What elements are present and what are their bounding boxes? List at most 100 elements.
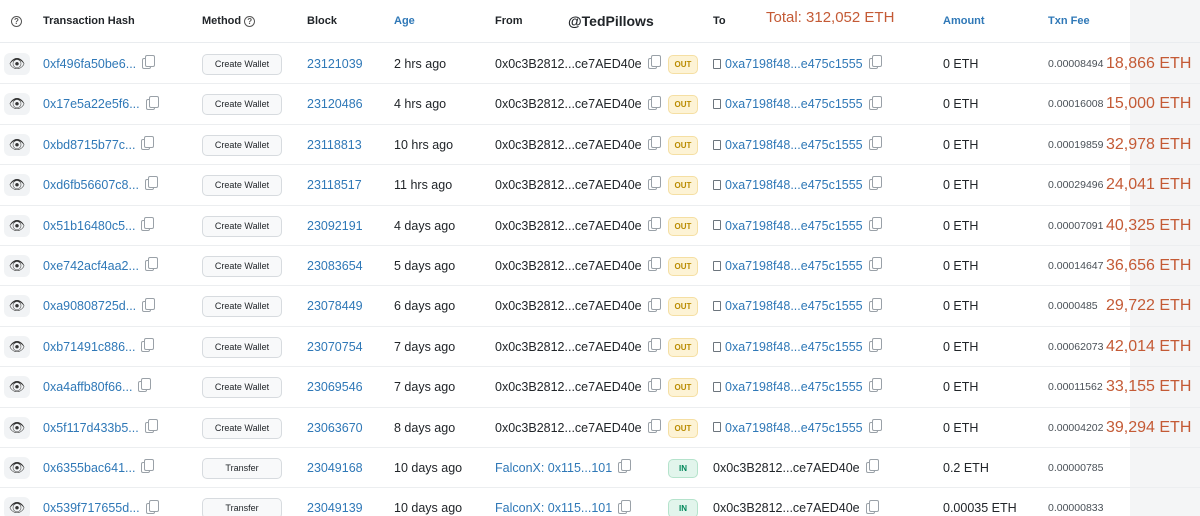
from-address[interactable]: FalconX: 0x115...101 xyxy=(495,461,612,475)
header-age[interactable]: Age xyxy=(394,0,415,43)
header-txn-fee[interactable]: Txn Fee xyxy=(1048,0,1090,43)
amount-text: 0 ETH xyxy=(943,299,979,314)
copy-icon[interactable] xyxy=(865,499,879,514)
to-address[interactable]: 0xa7198f48...e475c1555 xyxy=(725,138,863,152)
copy-icon[interactable] xyxy=(868,338,882,352)
block-link[interactable]: 23083654 xyxy=(307,246,363,286)
to-address[interactable]: 0xa7198f48...e475c1555 xyxy=(725,57,863,71)
method-help-icon[interactable]: ? xyxy=(244,15,256,27)
tx-hash-link[interactable]: 0x539f717655d... xyxy=(43,501,140,515)
eye-icon[interactable]: 👁 xyxy=(4,53,30,75)
copy-icon[interactable] xyxy=(144,418,158,433)
copy-icon[interactable] xyxy=(142,297,156,312)
eye-icon[interactable]: 👁 xyxy=(4,376,30,399)
block-link[interactable]: 23063670 xyxy=(307,408,363,448)
copy-icon[interactable] xyxy=(141,338,155,352)
copy-icon[interactable] xyxy=(868,297,882,312)
copy-icon[interactable] xyxy=(647,55,661,70)
copy-icon[interactable] xyxy=(142,55,156,70)
block-link[interactable]: 23069546 xyxy=(307,367,363,407)
copy-icon[interactable] xyxy=(647,297,661,312)
from-address[interactable]: FalconX: 0x115...101 xyxy=(495,501,612,515)
eye-icon[interactable]: 👁 xyxy=(4,295,30,318)
to-address[interactable]: 0xa7198f48...e475c1555 xyxy=(725,97,863,111)
block-link[interactable]: 23092191 xyxy=(307,206,363,246)
copy-icon[interactable] xyxy=(145,499,159,514)
copy-icon[interactable] xyxy=(618,499,632,514)
tx-hash-link[interactable]: 0xe742acf4aa2... xyxy=(43,259,139,273)
tx-hash-link[interactable]: 0xbd8715b77c... xyxy=(43,138,135,152)
copy-icon[interactable] xyxy=(868,55,882,70)
age-text: 10 days ago xyxy=(394,461,463,475)
to-address[interactable]: 0xa7198f48...e475c1555 xyxy=(725,380,863,394)
header-amount[interactable]: Amount xyxy=(943,0,985,43)
copy-icon[interactable] xyxy=(647,216,661,231)
to-cell: 0xa7198f48...e475c1555 xyxy=(713,206,882,246)
copy-icon[interactable] xyxy=(868,95,882,110)
eye-icon[interactable]: 👁 xyxy=(4,255,30,277)
copy-icon[interactable] xyxy=(647,95,661,110)
copy-icon[interactable] xyxy=(145,95,159,110)
eye-icon[interactable]: 👁 xyxy=(4,174,30,197)
eye-icon[interactable]: 👁 xyxy=(4,457,30,479)
copy-icon[interactable] xyxy=(647,338,661,352)
txn-fee-text: 0.0000485 xyxy=(1048,300,1098,313)
to-address[interactable]: 0xa7198f48...e475c1555 xyxy=(725,299,863,313)
method-badge: Transfer xyxy=(202,498,282,516)
help-icon[interactable]: ? xyxy=(11,0,22,43)
to-address[interactable]: 0xa7198f48...e475c1555 xyxy=(725,178,863,192)
copy-icon[interactable] xyxy=(618,459,632,474)
copy-icon[interactable] xyxy=(647,136,661,150)
tx-hash-link[interactable]: 0x17e5a22e5f6... xyxy=(43,97,140,111)
eye-icon[interactable]: 👁 xyxy=(4,133,30,156)
from-cell: 0x0c3B2812...ce7AED40e xyxy=(495,327,661,367)
block-link[interactable]: 23118517 xyxy=(307,165,362,205)
copy-icon[interactable] xyxy=(647,418,661,433)
eye-icon[interactable]: 👁 xyxy=(4,335,30,358)
copy-icon[interactable] xyxy=(141,216,155,231)
block-link[interactable]: 23049168 xyxy=(307,448,363,488)
eye-icon[interactable]: 👁 xyxy=(4,497,30,516)
eye-icon[interactable]: 👁 xyxy=(4,416,30,439)
tx-hash-link[interactable]: 0xa4affb80f66... xyxy=(43,380,132,394)
copy-icon[interactable] xyxy=(865,459,879,474)
tx-hash-link[interactable]: 0x5f117d433b5... xyxy=(43,421,139,435)
copy-icon[interactable] xyxy=(868,136,882,150)
block-link[interactable]: 23121039 xyxy=(307,44,363,84)
copy-icon[interactable] xyxy=(647,176,661,191)
to-address[interactable]: 0xa7198f48...e475c1555 xyxy=(725,340,863,354)
tx-hash-link[interactable]: 0xd6fb56607c8... xyxy=(43,178,139,192)
tx-hash-link[interactable]: 0xf496fa50be6... xyxy=(43,57,136,71)
copy-icon[interactable] xyxy=(868,176,882,191)
copy-icon[interactable] xyxy=(647,378,661,393)
copy-icon[interactable] xyxy=(868,378,882,393)
eye-icon[interactable]: 👁 xyxy=(4,214,30,237)
copy-icon[interactable] xyxy=(647,257,661,272)
to-address[interactable]: 0xa7198f48...e475c1555 xyxy=(725,421,863,435)
block-link[interactable]: 23118813 xyxy=(307,125,362,165)
copy-icon[interactable] xyxy=(141,459,155,474)
amount-text: 0 ETH xyxy=(943,259,979,273)
block-link[interactable]: 23049139 xyxy=(307,488,363,516)
tx-hash-link[interactable]: 0x6355bac641... xyxy=(43,461,135,475)
copy-icon[interactable] xyxy=(868,257,882,272)
amount-text: 0 ETH xyxy=(943,218,979,233)
copy-icon[interactable] xyxy=(144,257,158,272)
block-link[interactable]: 23120486 xyxy=(307,84,363,124)
tx-hash-link[interactable]: 0x51b16480c5... xyxy=(43,219,135,233)
copy-icon[interactable] xyxy=(138,378,152,393)
tx-hash-link[interactable]: 0xb71491c886... xyxy=(43,340,135,354)
block-link[interactable]: 23070754 xyxy=(307,327,363,367)
copy-icon[interactable] xyxy=(144,176,158,191)
age-text: 11 hrs ago xyxy=(394,178,453,193)
block-link[interactable]: 23078449 xyxy=(307,286,363,326)
tx-hash-link[interactable]: 0xa90808725d... xyxy=(43,299,136,313)
eye-icon[interactable]: 👁 xyxy=(4,93,30,116)
amount-text: 0 ETH xyxy=(943,339,979,354)
table-row: 👁 0x5f117d433b5... Create Wallet 2306367… xyxy=(0,408,1200,448)
copy-icon[interactable] xyxy=(141,136,155,150)
copy-icon[interactable] xyxy=(868,418,882,433)
to-address[interactable]: 0xa7198f48...e475c1555 xyxy=(725,259,863,273)
to-address[interactable]: 0xa7198f48...e475c1555 xyxy=(725,219,863,233)
copy-icon[interactable] xyxy=(868,216,882,231)
